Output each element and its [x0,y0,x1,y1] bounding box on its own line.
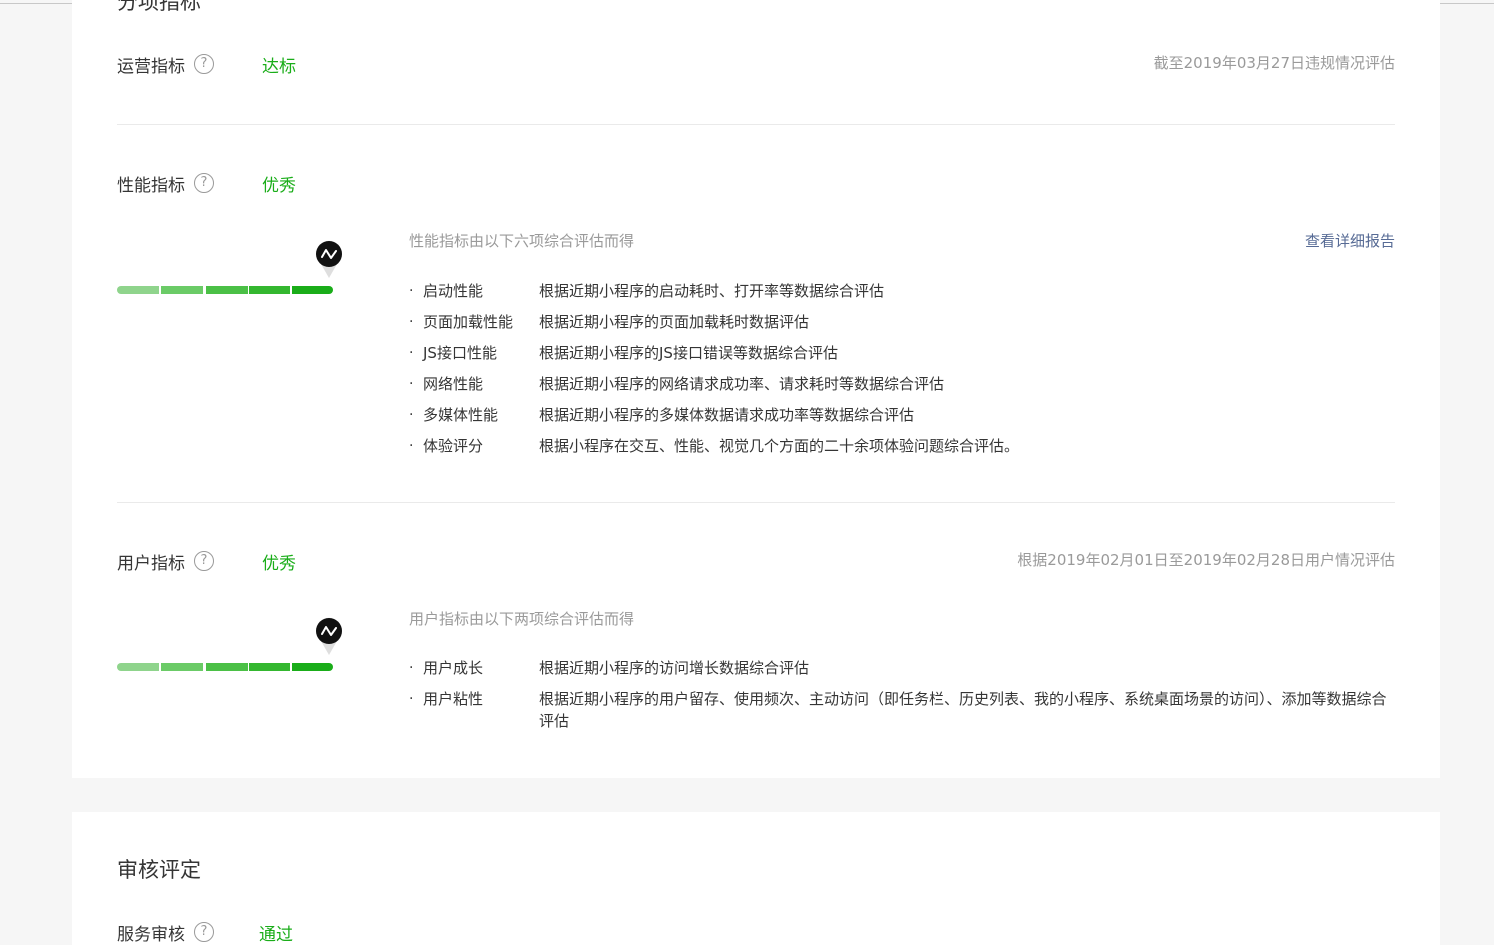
gauge-segment [292,663,333,671]
operation-metric-row: 运营指标 ? 达标 [117,49,296,79]
question-circle-icon[interactable]: ? [194,922,214,942]
gauge-segment [249,663,290,671]
item-name: 多媒体性能 [423,406,499,424]
gauge-segment [117,663,159,671]
item-name: 网络性能 [423,375,484,393]
list-item: · 网络性能 根据近期小程序的网络请求成功率、请求耗时等数据综合评估 [409,373,1399,395]
item-name: 用户成长 [423,659,484,677]
question-circle-icon[interactable]: ? [194,54,214,74]
gauge-segment [117,286,159,294]
list-item: · 多媒体性能 根据近期小程序的多媒体数据请求成功率等数据综合评估 [409,404,1399,426]
user-metric-row: 用户指标 ? 优秀 [117,546,296,576]
performance-label: 性能指标 [117,175,185,196]
gauge-segment [161,286,203,294]
user-desc: 用户指标由以下两项综合评估而得 [409,610,635,628]
gauge-segment [206,663,248,671]
question-circle-icon[interactable]: ? [194,173,214,193]
trend-line-icon [316,240,342,278]
item-text: 根据近期小程序的多媒体数据请求成功率等数据综合评估 [539,406,915,424]
item-text: 根据近期小程序的访问增长数据综合评估 [539,659,810,677]
view-detail-report-link[interactable]: 查看详细报告 [1305,230,1395,251]
list-item: · 体验评分 根据小程序在交互、性能、视觉几个方面的二十余项体验问题综合评估。 [409,435,1399,457]
operation-status: 达标 [262,56,296,77]
divider [117,502,1395,503]
service-review-row: 服务审核 ? 通过 [117,917,293,945]
review-card: 审核评定 服务审核 ? 通过 [72,812,1440,945]
gauge-segment [292,286,333,294]
user-gauge [117,617,342,677]
section-title: 分项指标 [117,0,201,14]
trend-line-icon [316,617,342,655]
item-name: JS接口性能 [423,344,497,362]
item-text: 根据近期小程序的页面加载耗时数据评估 [539,313,810,331]
item-text: 根据小程序在交互、性能、视觉几个方面的二十余项体验问题综合评估。 [539,437,1020,455]
list-item: · 用户粘性 根据近期小程序的用户留存、使用频次、主动访问（即任务栏、历史列表、… [409,688,1399,732]
list-item: · 启动性能 根据近期小程序的启动耗时、打开率等数据综合评估 [409,280,1399,302]
service-review-label: 服务审核 [117,924,185,945]
list-item: · 用户成长 根据近期小程序的访问增长数据综合评估 [409,657,1399,679]
service-review-status: 通过 [259,924,293,945]
item-text: 根据近期小程序的JS接口错误等数据综合评估 [539,344,838,362]
operation-label: 运营指标 [117,56,185,77]
item-text: 根据近期小程序的启动耗时、打开率等数据综合评估 [539,282,885,300]
gauge-segment [206,286,248,294]
review-title: 审核评定 [117,858,201,882]
item-text: 根据近期小程序的用户留存、使用频次、主动访问（即任务栏、历史列表、我的小程序、系… [539,690,1387,730]
performance-gauge [117,240,342,300]
item-name: 用户粘性 [423,690,484,708]
user-item-list: · 用户成长 根据近期小程序的访问增长数据综合评估 · 用户粘性 根据近期小程序… [409,657,1399,741]
item-text: 根据近期小程序的网络请求成功率、请求耗时等数据综合评估 [539,375,945,393]
performance-status: 优秀 [262,175,296,196]
metrics-card: 分项指标 运营指标 ? 达标 截至2019年03月27日违规情况评估 性能指标 … [72,0,1440,778]
operation-note: 截至2019年03月27日违规情况评估 [1153,54,1395,72]
performance-desc: 性能指标由以下六项综合评估而得 [409,232,635,250]
item-name: 启动性能 [423,282,484,300]
user-note: 根据2019年02月01日至2019年02月28日用户情况评估 [1017,551,1395,569]
gauge-segment [161,663,203,671]
list-item: · JS接口性能 根据近期小程序的JS接口错误等数据综合评估 [409,342,1399,364]
list-item: · 页面加载性能 根据近期小程序的页面加载耗时数据评估 [409,311,1399,333]
user-status: 优秀 [262,553,296,574]
item-name: 页面加载性能 [423,313,514,331]
performance-item-list: · 启动性能 根据近期小程序的启动耗时、打开率等数据综合评估 · 页面加载性能 … [409,280,1399,466]
performance-metric-row: 性能指标 ? 优秀 [117,168,296,198]
gauge-segment [249,286,290,294]
user-label: 用户指标 [117,553,185,574]
question-circle-icon[interactable]: ? [194,551,214,571]
divider [117,124,1395,125]
item-name: 体验评分 [423,437,484,455]
